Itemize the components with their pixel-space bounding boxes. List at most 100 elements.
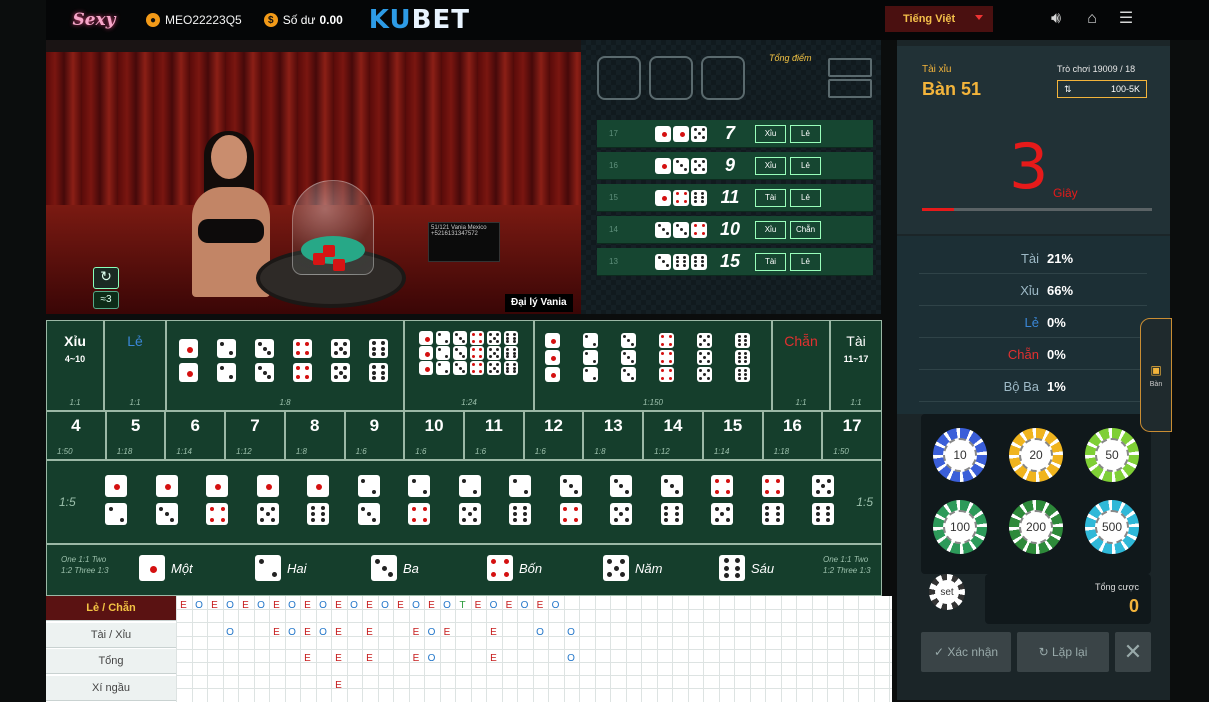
roadmap-cell: O bbox=[226, 600, 234, 611]
die-face-6 bbox=[673, 253, 689, 270]
round-total: 9 bbox=[724, 155, 735, 175]
total-slot bbox=[828, 79, 872, 98]
die-face-5 bbox=[697, 333, 712, 348]
bet-total-12[interactable]: 12 1:6 bbox=[523, 411, 584, 460]
home-icon[interactable]: ⌂ bbox=[1082, 9, 1102, 29]
die-face-3 bbox=[660, 475, 683, 497]
bet-total-10[interactable]: 10 1:6 bbox=[404, 411, 464, 460]
table-name: Bàn 51 bbox=[922, 79, 982, 99]
chip-50[interactable]: 50 bbox=[1085, 428, 1139, 482]
roadmap-cell: E bbox=[490, 626, 497, 638]
table-info: Tài xỉu Bàn 51 Trò chơi 19009 / 18 ⇅ 100-… bbox=[897, 46, 1170, 234]
die-face-1 bbox=[256, 475, 279, 497]
die-face-2 bbox=[436, 346, 450, 360]
bet-singles[interactable]: One 1:1 Two 1:2 Three 1:3 One 1:1 Two 1:… bbox=[46, 544, 882, 596]
die-face-2 bbox=[583, 350, 598, 365]
roadmap-tab[interactable]: Tổng bbox=[46, 649, 176, 674]
roadmap-tab[interactable]: Lẻ / Chẵn bbox=[46, 596, 176, 621]
roadmap-cell: E bbox=[474, 600, 482, 611]
bet-tai[interactable]: Tài 11~17 1:1 bbox=[830, 320, 882, 411]
username: MEO22223Q5 bbox=[165, 13, 242, 27]
bet-total-17[interactable]: 17 1:50 bbox=[822, 411, 882, 460]
bet-chan[interactable]: Chẵn 1:1 bbox=[772, 320, 830, 411]
chip-10[interactable]: 10 bbox=[933, 428, 987, 482]
die-face-5 bbox=[331, 339, 350, 358]
bet-total-8[interactable]: 8 1:8 bbox=[284, 411, 345, 460]
die-face-3 bbox=[155, 503, 178, 525]
die-face-4 bbox=[673, 189, 689, 206]
roadmap-cell: E bbox=[273, 600, 280, 611]
refresh-icon[interactable]: ↻ bbox=[93, 267, 119, 289]
bet-total-6[interactable]: 6 1:14 bbox=[165, 411, 226, 460]
bet-total-11[interactable]: 11 1:6 bbox=[464, 411, 524, 460]
die-face-1 bbox=[179, 339, 198, 358]
menu-icon[interactable]: ☰ bbox=[1116, 9, 1136, 29]
die-face-5 bbox=[487, 346, 501, 360]
result-tag: Xỉu bbox=[755, 220, 786, 239]
die-face-5 bbox=[691, 125, 707, 142]
stat-row: Xỉu 66% bbox=[919, 276, 1147, 306]
confirm-button[interactable]: ✓ Xác nhận bbox=[921, 632, 1011, 672]
die-face-3 bbox=[673, 221, 689, 238]
chip-20[interactable]: 20 bbox=[1009, 428, 1063, 482]
roadmap-cell: O bbox=[567, 626, 575, 638]
bet-limit[interactable]: ⇅ 100-5K bbox=[1057, 80, 1147, 98]
bet-xiu[interactable]: Xỉu 4~10 1:1 bbox=[46, 320, 104, 411]
chip-500[interactable]: 500 bbox=[1085, 500, 1139, 554]
bet-total-5[interactable]: 5 1:18 bbox=[105, 411, 166, 460]
live-video: 51/121 Vania Mexico +5216131347572 ↻ ≈3 … bbox=[46, 40, 581, 314]
roadmap-tab[interactable]: Tài / Xỉu bbox=[46, 622, 176, 648]
die-face-3 bbox=[610, 475, 632, 497]
roadmap-cell: O bbox=[195, 600, 203, 611]
bet-total-9[interactable]: 9 1:6 bbox=[344, 411, 405, 460]
roadmap-cell: E bbox=[490, 653, 497, 664]
bet-triples[interactable]: 1:150 bbox=[534, 320, 772, 411]
roadmap-cell: O bbox=[427, 626, 436, 638]
balance: $ Số dư 0.00 bbox=[263, 13, 343, 27]
bet-total-13[interactable]: 13 1:8 bbox=[583, 411, 644, 460]
chip-set[interactable]: set bbox=[929, 574, 965, 610]
bet-total-16[interactable]: 16 1:18 bbox=[762, 411, 823, 460]
bet-combos[interactable]: 1:5 1:5 bbox=[46, 460, 882, 544]
clear-button[interactable]: ✕ bbox=[1115, 632, 1151, 672]
die-face-5 bbox=[691, 157, 707, 174]
die-face-6 bbox=[307, 503, 329, 525]
bet-total-7[interactable]: 7 1:12 bbox=[225, 411, 285, 460]
bet-total-14[interactable]: 14 1:12 bbox=[643, 411, 703, 460]
chip-200[interactable]: 200 bbox=[1009, 500, 1063, 554]
die-face-4 bbox=[293, 339, 312, 358]
roadmap-tab[interactable]: Xí ngầu bbox=[46, 675, 176, 701]
die-face-4 bbox=[711, 475, 733, 497]
die-face-1 bbox=[673, 125, 689, 142]
language-select[interactable]: Tiếng Việt bbox=[885, 6, 993, 32]
bet-any-triple[interactable]: 1:24 bbox=[404, 320, 534, 411]
die-face-3 bbox=[621, 367, 636, 382]
roadmap-cell: E bbox=[335, 653, 342, 664]
die-face-6 bbox=[504, 346, 518, 360]
die-face-4 bbox=[408, 503, 430, 525]
bet-total-15[interactable]: 15 1:14 bbox=[702, 411, 763, 460]
sound-icon[interactable]: 🔊︎ bbox=[1046, 9, 1066, 29]
result-tag: Xỉu bbox=[755, 124, 786, 143]
die-face-3 bbox=[453, 361, 467, 375]
roadmap-cell: E bbox=[273, 626, 280, 638]
chip-100[interactable]: 100 bbox=[933, 500, 987, 554]
kubet-logo: KUBET bbox=[368, 5, 470, 35]
bet-le[interactable]: Lẻ 1:1 bbox=[104, 320, 166, 411]
bet-total-4[interactable]: 4 1:50 bbox=[46, 411, 106, 460]
die-face-6 bbox=[735, 350, 750, 365]
die-face-3 bbox=[453, 331, 467, 345]
round-number: 14 bbox=[609, 225, 618, 234]
result-tag: Tài bbox=[755, 188, 786, 207]
repeat-button[interactable]: ↻ Lặp lại bbox=[1017, 632, 1109, 672]
die-face-4 bbox=[659, 333, 674, 348]
die-face-4 bbox=[761, 475, 784, 497]
die-face-2 bbox=[105, 503, 127, 525]
chat-icon: ▣ bbox=[1150, 362, 1162, 377]
history-row: 13 15 Tài Lẻ bbox=[597, 248, 873, 276]
die-face-3 bbox=[255, 339, 274, 358]
table-list-tab[interactable]: ▣ Bàn bbox=[1140, 318, 1172, 432]
chevron-down-icon bbox=[975, 15, 983, 20]
bet-pairs[interactable]: 1:8 bbox=[166, 320, 404, 411]
die-face-2 bbox=[436, 361, 450, 375]
